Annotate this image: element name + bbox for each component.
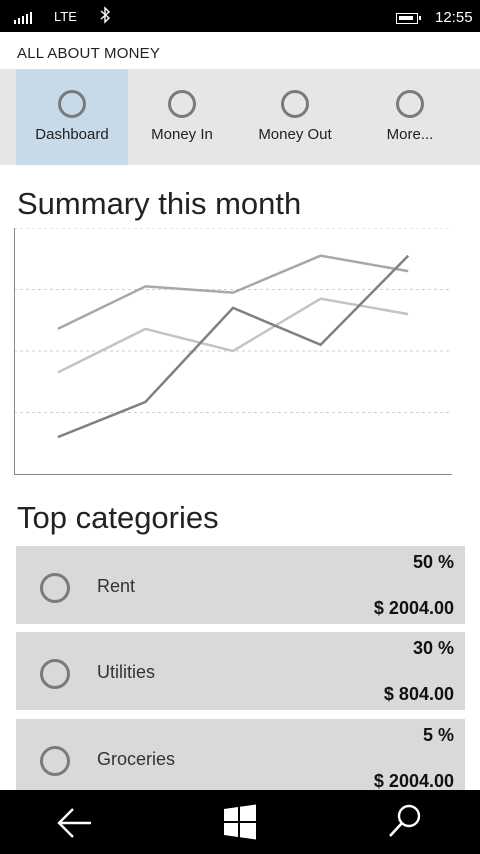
category-amount: $ 2004.00 [373,771,454,791]
signal-icon [14,10,34,24]
summary-chart [14,228,452,475]
category-icon [40,746,70,776]
nav-more[interactable]: More... [354,69,466,165]
nav-more-label: More... [386,126,434,143]
category-name: Rent [97,576,136,596]
category-percent: 50 % [412,552,454,572]
category-row-groceries[interactable]: Groceries 5 % $ 2004.00 [16,719,465,797]
chart-series-line-1 [57,254,409,331]
category-name: Utilities [97,662,156,682]
app-title: ALL ABOUT MONEY [17,45,161,62]
money-out-icon [281,90,309,118]
battery-icon [396,13,421,24]
nav-dashboard-label: Dashboard [35,126,109,143]
search-icon [389,804,421,837]
nav-money-out-label: Money Out [258,126,332,143]
system-nav-bar [0,790,480,854]
network-type: LTE [54,9,77,24]
nav-money-in-label: Money In [151,126,213,143]
nav-money-in[interactable]: Money In [126,69,238,165]
windows-icon [224,804,256,840]
start-button[interactable] [200,790,280,854]
top-nav: Dashboard Money In Money Out More... [0,69,480,165]
nav-dashboard[interactable]: Dashboard [16,69,128,165]
category-icon [40,573,70,603]
status-bar: LTE 12:55 [0,0,480,32]
back-arrow-icon [57,808,91,838]
category-icon [40,659,70,689]
search-button[interactable] [365,790,445,854]
summary-title: Summary this month [17,186,302,221]
category-amount: $ 2004.00 [373,598,454,618]
dashboard-icon [58,90,86,118]
nav-money-out[interactable]: Money Out [239,69,351,165]
status-time: 12:55 [435,9,473,26]
category-row-utilities[interactable]: Utilities 30 % $ 804.00 [16,632,465,710]
category-amount: $ 804.00 [383,684,454,704]
money-in-icon [168,90,196,118]
category-percent: 5 % [422,725,454,745]
category-row-rent[interactable]: Rent 50 % $ 2004.00 [16,546,465,624]
bluetooth-icon [100,6,111,24]
category-name: Groceries [97,749,176,769]
back-button[interactable] [35,790,115,854]
more-icon [396,90,424,118]
categories-title: Top categories [17,500,219,535]
category-percent: 30 % [412,638,454,658]
